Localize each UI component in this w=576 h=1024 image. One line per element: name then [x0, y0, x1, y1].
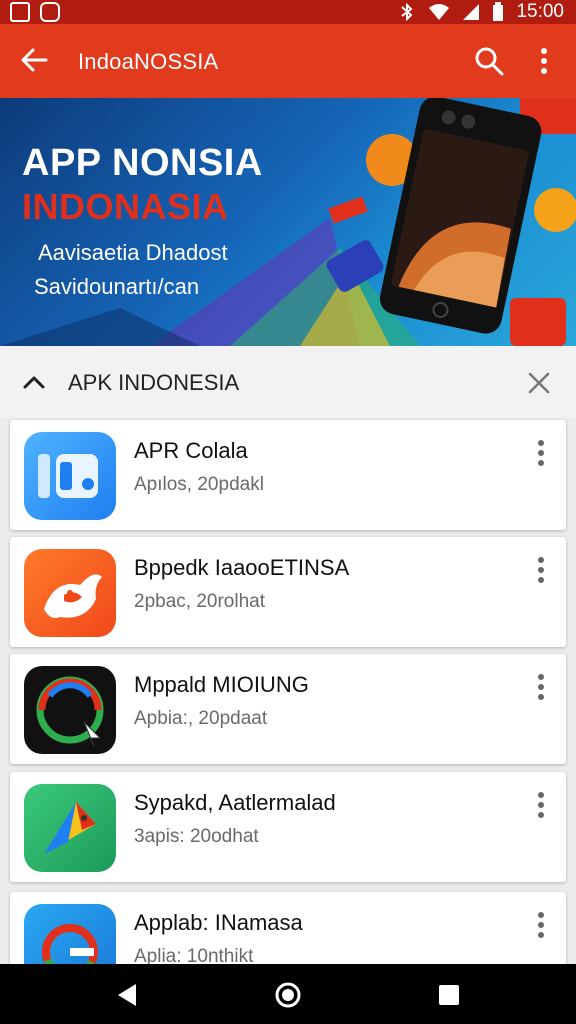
app-list-item[interactable]: Bppedk IaaooETINSA 2pbac, 20rolhat	[10, 537, 566, 647]
banner-headline: APP NONSIA	[22, 142, 263, 184]
status-bar: 15:00	[0, 0, 576, 24]
app-list-item[interactable]: APR Colala Apılos, 20pdakl	[10, 420, 566, 530]
app-name: Applab: INamasa	[134, 910, 303, 935]
back-arrow-icon[interactable]	[18, 44, 50, 76]
paper-plane-app-icon	[24, 784, 116, 872]
app-name: APR Colala	[134, 438, 248, 463]
overflow-menu-icon[interactable]	[530, 788, 552, 822]
dial-app-icon	[24, 666, 116, 754]
wifi-icon	[429, 4, 450, 20]
system-navigation-bar	[0, 964, 576, 1024]
nav-recents-icon[interactable]	[434, 980, 464, 1010]
app-list-item[interactable]: Sypakd, Aatlermalad 3apis: 20odhat	[10, 772, 566, 882]
signal-icon	[463, 4, 480, 20]
status-time: 15:00	[516, 1, 564, 22]
promo-banner[interactable]: APP NONSIA INDONASIA Aavisaetia Dhadost …	[0, 98, 576, 346]
search-icon[interactable]	[472, 44, 506, 78]
banner-subtitle-line1: Aavisaetia Dhadost	[38, 240, 228, 265]
app-name: Sypakd, Aatlermalad	[134, 790, 336, 815]
nav-back-icon[interactable]	[112, 980, 142, 1010]
blocks-app-icon	[24, 432, 116, 520]
close-icon[interactable]	[524, 368, 554, 398]
app-toolbar: IndoaNOSSIA	[0, 24, 576, 98]
app-name: Bppedk IaaooETINSA	[134, 555, 350, 580]
banner-subtitle-line2: Savidounartı/can	[34, 274, 200, 299]
app-meta: Apılos, 20pdakl	[134, 474, 264, 495]
chevron-up-icon[interactable]	[20, 368, 48, 396]
app-meta: 3apis: 20odhat	[134, 826, 259, 847]
page-title: IndoaNOSSIA	[78, 49, 219, 74]
app-list-item[interactable]: Mppald MIOIUNG Apbia:, 20pdaat	[10, 654, 566, 764]
nav-home-icon[interactable]	[273, 980, 303, 1010]
app-notification-icon	[40, 2, 60, 22]
section-title: APK INDONESIA	[68, 370, 240, 395]
app-name: Mppald MIOIUNG	[134, 672, 309, 697]
overflow-menu-icon[interactable]	[530, 670, 552, 704]
more-options-icon[interactable]	[530, 44, 558, 78]
app-meta: Apbia:, 20pdaat	[134, 708, 268, 729]
overflow-menu-icon[interactable]	[530, 436, 552, 470]
gallery-notification-icon	[10, 2, 30, 22]
overflow-menu-icon[interactable]	[530, 553, 552, 587]
overflow-menu-icon[interactable]	[530, 908, 552, 942]
section-header: APK INDONESIA	[0, 346, 576, 418]
app-meta: 2pbac, 20rolhat	[134, 591, 265, 612]
phoenix-app-icon	[24, 549, 116, 637]
bluetooth-icon	[401, 3, 413, 21]
battery-icon	[493, 2, 504, 21]
banner-headline-secondary: INDONASIA	[22, 186, 229, 227]
